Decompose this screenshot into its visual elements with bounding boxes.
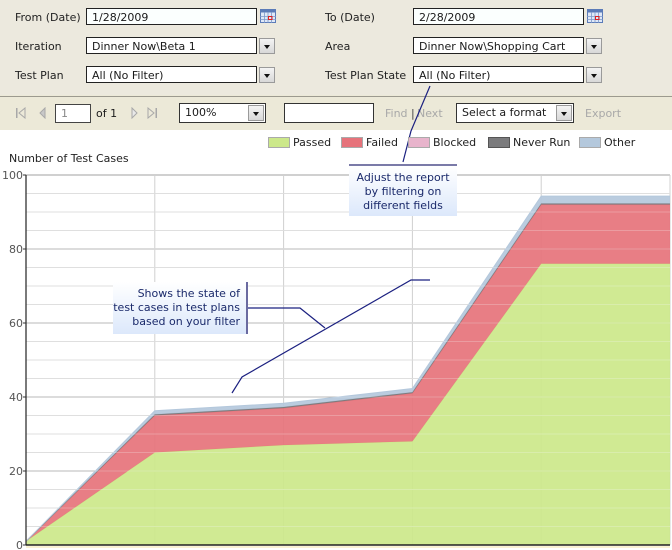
legend-label: Other: [604, 136, 636, 149]
legend-swatch: [268, 137, 290, 148]
legend-label: Failed: [366, 136, 398, 149]
y-tick-label: 60: [9, 317, 23, 330]
legend-label: Passed: [293, 136, 332, 149]
test-cases-chart: Number of Test Cases 0 20 40 60 80 100: [2, 85, 671, 550]
legend-label: Never Run: [513, 136, 571, 149]
y-tick-label: 100: [2, 169, 23, 182]
legend-swatch: [579, 137, 601, 148]
filter-callout: Adjust the report by filtering on differ…: [349, 164, 457, 216]
legend-swatch: [488, 137, 510, 148]
y-axis-title: Number of Test Cases: [9, 152, 129, 165]
legend-swatch: [408, 137, 430, 148]
y-tick-label: 40: [9, 391, 23, 404]
legend-label: Blocked: [433, 136, 477, 149]
legend-item-failed: Failed: [341, 136, 398, 149]
legend-item-blocked: Blocked: [408, 136, 476, 149]
y-tick-label: 80: [9, 243, 23, 256]
legend-item-passed: Passed: [268, 136, 331, 149]
y-tick-label: 20: [9, 465, 23, 478]
legend-item-other: Other: [579, 136, 635, 149]
state-callout: Shows the state of test cases in test pl…: [113, 282, 248, 334]
legend-item-never-run: Never Run: [488, 136, 570, 149]
y-tick-label: 0: [16, 539, 23, 550]
filter-callout-connector: [402, 85, 431, 163]
legend-swatch: [341, 137, 363, 148]
